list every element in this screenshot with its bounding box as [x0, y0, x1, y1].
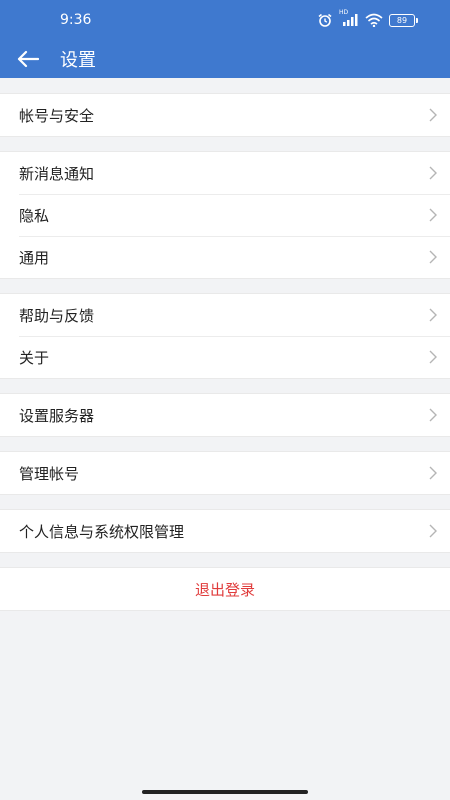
settings-item-privacy[interactable]: 隐私: [0, 194, 450, 236]
settings-item-general[interactable]: 通用: [0, 236, 450, 278]
chevron-right-icon: [429, 250, 437, 264]
chevron-right-icon: [429, 408, 437, 422]
home-indicator[interactable]: [142, 790, 308, 794]
settings-group-server: 设置服务器: [0, 393, 450, 437]
settings-group-help: 帮助与反馈 关于: [0, 293, 450, 379]
settings-list: 帐号与安全 新消息通知 隐私 通用 帮助与反馈 关于 设置服务器 管理帐号 个人…: [0, 78, 450, 611]
chevron-right-icon: [429, 350, 437, 364]
settings-item-label: 关于: [19, 348, 50, 367]
settings-item-label: 帮助与反馈: [19, 306, 95, 325]
settings-group-general: 新消息通知 隐私 通用: [0, 151, 450, 279]
settings-item-label: 新消息通知: [19, 164, 95, 183]
settings-item-label: 帐号与安全: [19, 106, 95, 125]
settings-item-personal-info-permissions[interactable]: 个人信息与系统权限管理: [0, 510, 450, 552]
chevron-right-icon: [429, 208, 437, 222]
settings-group-permissions: 个人信息与系统权限管理: [0, 509, 450, 553]
battery-icon: 89: [389, 13, 418, 27]
arrow-left-icon: [17, 50, 39, 68]
logout-label: 退出登录: [194, 580, 255, 599]
logout-button[interactable]: 退出登录: [0, 567, 450, 611]
chevron-right-icon: [429, 308, 437, 322]
status-time: 9:36: [60, 12, 92, 28]
settings-item-about[interactable]: 关于: [0, 336, 450, 378]
settings-item-label: 通用: [19, 248, 50, 267]
settings-item-notifications[interactable]: 新消息通知: [0, 152, 450, 194]
status-bar: 9:36 HD 89: [0, 0, 450, 40]
alarm-icon: [318, 13, 332, 27]
wifi-icon: [365, 13, 383, 27]
chevron-right-icon: [429, 466, 437, 480]
chevron-right-icon: [429, 108, 437, 122]
settings-item-label: 隐私: [19, 206, 50, 225]
settings-group-manage: 管理帐号: [0, 451, 450, 495]
settings-item-label: 管理帐号: [19, 464, 80, 483]
settings-item-label: 设置服务器: [19, 406, 95, 425]
settings-item-server[interactable]: 设置服务器: [0, 394, 450, 436]
page-title: 设置: [60, 50, 96, 71]
settings-item-account-security[interactable]: 帐号与安全: [0, 94, 450, 136]
chevron-right-icon: [429, 524, 437, 538]
chevron-right-icon: [429, 166, 437, 180]
settings-group-account: 帐号与安全: [0, 93, 450, 137]
settings-item-label: 个人信息与系统权限管理: [19, 522, 185, 541]
settings-item-help-feedback[interactable]: 帮助与反馈: [0, 294, 450, 336]
signal-icon: HD: [339, 9, 359, 27]
app-bar: 设置: [0, 40, 450, 78]
status-icons: HD 89: [317, 9, 418, 27]
battery-level: 89: [389, 13, 415, 27]
settings-item-manage-account[interactable]: 管理帐号: [0, 452, 450, 494]
back-button[interactable]: [16, 47, 40, 71]
